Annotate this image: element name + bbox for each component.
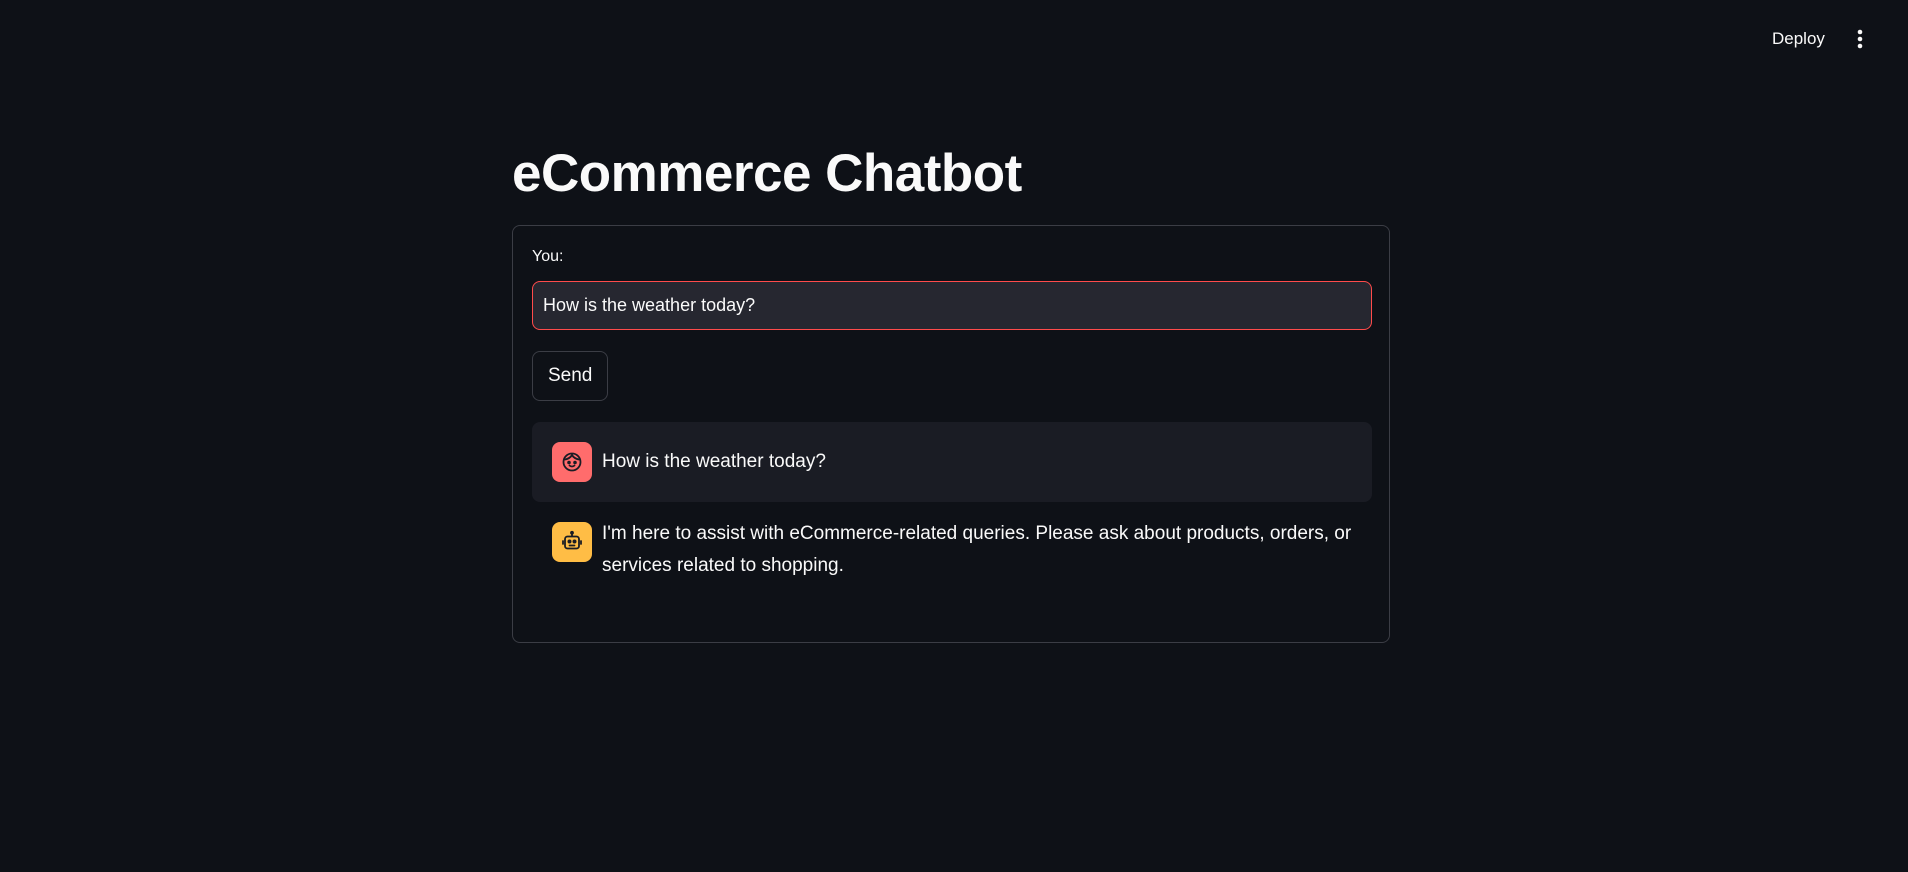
main-menu-button[interactable]	[1846, 22, 1874, 56]
input-label: You:	[532, 248, 564, 265]
send-button[interactable]: Send	[532, 351, 609, 401]
message-text: I'm here to assist with eCommerce-relate…	[602, 523, 1352, 576]
deploy-button[interactable]: Deploy	[1758, 24, 1839, 54]
message-text: How is the weather today?	[602, 451, 826, 472]
vertical-dots-icon	[1857, 29, 1863, 49]
page-title: eCommerce Chatbot	[512, 144, 1022, 203]
assistant-avatar	[552, 522, 592, 562]
user-avatar	[552, 442, 592, 482]
top-toolbar: Deploy	[0, 0, 1908, 78]
user-face-icon	[562, 452, 582, 472]
chat-form-container: You: Send How is the weather today?	[512, 225, 1390, 643]
message-input[interactable]	[532, 281, 1372, 330]
main-content: eCommerce Chatbot You: Send How is the w…	[512, 128, 1392, 643]
chat-message-assistant: I'm here to assist with eCommerce-relate…	[532, 522, 1372, 602]
robot-icon	[562, 530, 582, 550]
chat-message-user: How is the weather today?	[532, 422, 1372, 502]
